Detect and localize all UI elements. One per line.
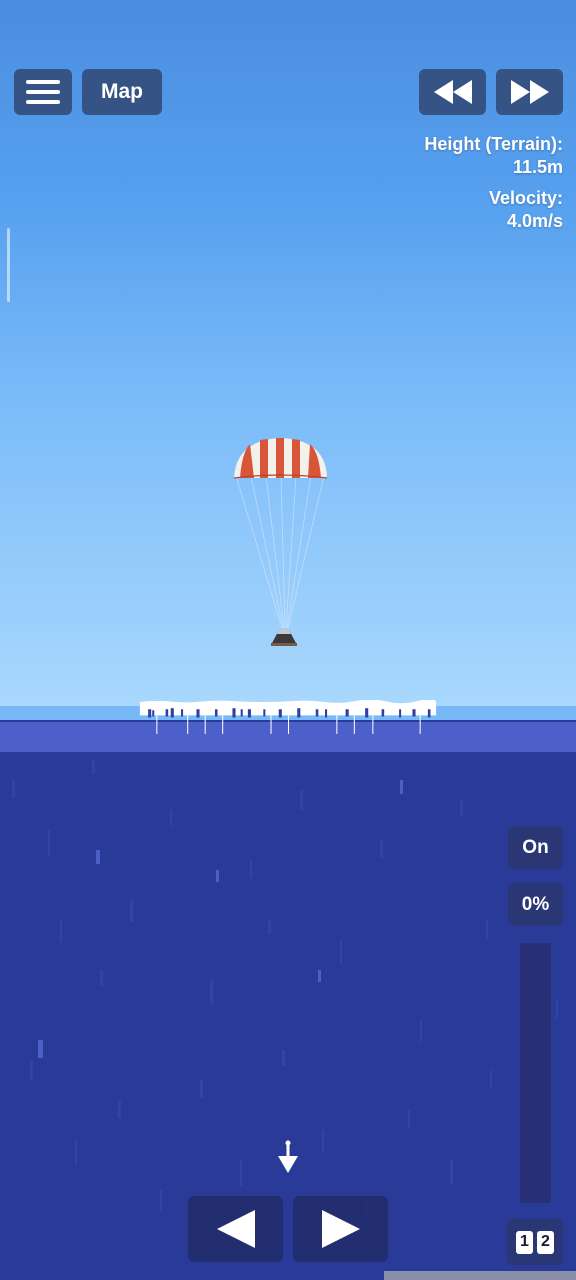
ice-shelf <box>139 700 437 734</box>
rotate-right-button[interactable] <box>293 1196 388 1262</box>
height-readout: Height (Terrain): 11.5m <box>424 133 563 179</box>
fast-forward-icon <box>510 80 549 104</box>
rewind-button[interactable] <box>419 69 486 115</box>
height-label: Height (Terrain): <box>424 134 563 154</box>
ocean-texture <box>12 760 558 1220</box>
stage-number-1: 1 <box>516 1230 533 1254</box>
stage-button[interactable]: 1 2 <box>507 1219 563 1265</box>
rewind-icon <box>433 80 472 104</box>
parachute-capsule <box>233 438 328 646</box>
game-screen[interactable]: Map Height (Terrain): 11.5m Velocity: 4.… <box>0 0 576 1280</box>
velocity-value: 4.0m/s <box>506 211 563 231</box>
capsule <box>271 630 297 646</box>
throttle-slider[interactable] <box>520 943 551 1203</box>
ocean <box>0 720 576 1280</box>
triangle-left-icon <box>216 1210 255 1248</box>
engine-toggle-button[interactable]: On <box>508 826 563 869</box>
engine-toggle-label: On <box>522 836 549 858</box>
direction-marker <box>277 1140 299 1176</box>
arrow-down-icon <box>278 1140 298 1173</box>
throttle-label: 0% <box>521 893 550 915</box>
bottom-progress-bar <box>384 1271 576 1280</box>
velocity-readout: Velocity: 4.0m/s <box>489 187 563 233</box>
side-indicator <box>7 228 10 302</box>
hamburger-icon <box>26 80 60 104</box>
throttle-readout: 0% <box>508 883 563 926</box>
parachute-canopy <box>233 438 328 479</box>
stage-number-2: 2 <box>537 1230 554 1254</box>
menu-button[interactable] <box>14 69 72 115</box>
map-button[interactable]: Map <box>82 69 162 115</box>
map-button-label: Map <box>101 80 143 103</box>
triangle-right-icon <box>321 1210 360 1248</box>
height-value: 11.5m <box>512 157 563 177</box>
fast-forward-button[interactable] <box>496 69 563 115</box>
rotate-left-button[interactable] <box>188 1196 283 1262</box>
velocity-label: Velocity: <box>488 188 563 208</box>
